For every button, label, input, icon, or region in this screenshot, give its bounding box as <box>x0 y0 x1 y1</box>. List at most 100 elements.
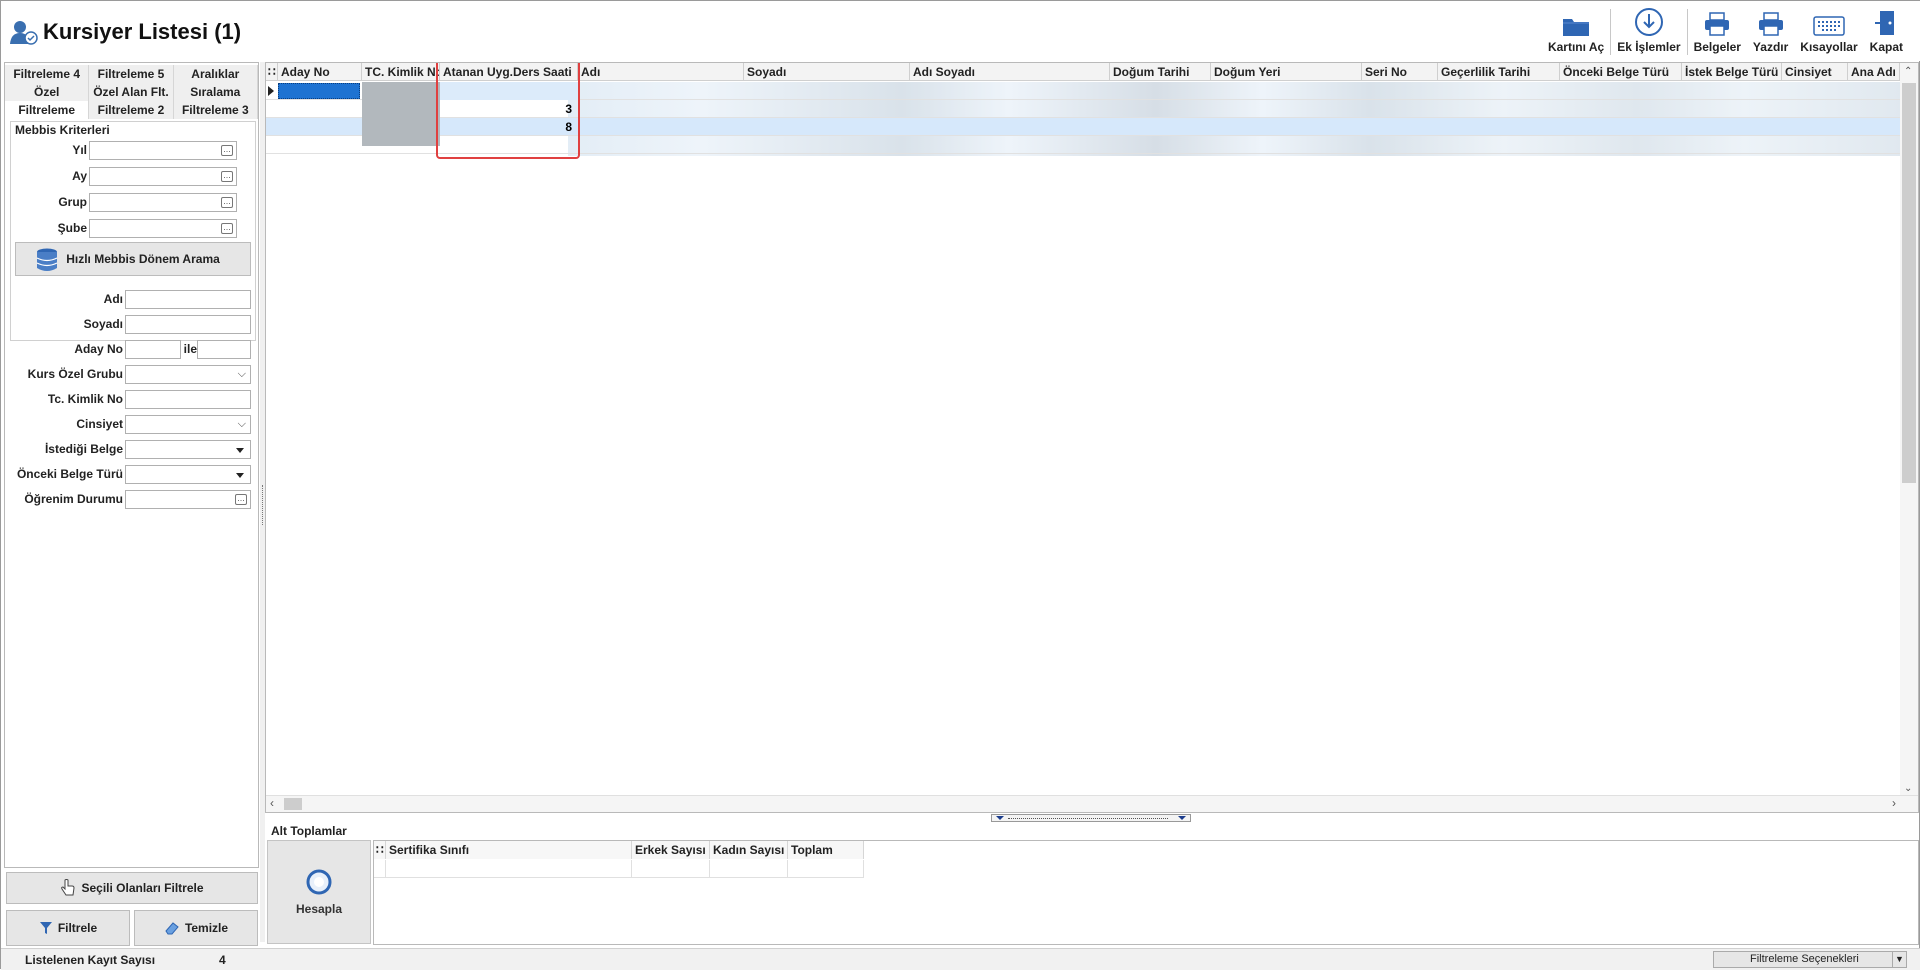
col-seri-no[interactable]: Seri No <box>1362 63 1438 81</box>
tab-filtreleme-5[interactable]: Filtreleme 5 <box>89 65 174 83</box>
open-card-button[interactable]: Kartını Aç <box>1542 7 1610 57</box>
shortcuts-button[interactable]: Kısayollar <box>1794 7 1863 57</box>
dropdown-arrow-icon[interactable] <box>236 473 244 478</box>
tab-filtreleme[interactable]: Filtreleme <box>5 101 90 119</box>
table-cell[interactable] <box>386 860 632 878</box>
name-input[interactable] <box>125 290 251 309</box>
focused-cell[interactable] <box>278 83 360 99</box>
table-row[interactable] <box>374 860 386 878</box>
horizontal-scroll-thumb[interactable] <box>284 798 302 810</box>
col-soyadi[interactable]: Soyadı <box>744 63 910 81</box>
filter-selected-button[interactable]: Seçili Olanları Filtrele <box>6 872 258 904</box>
filter-button[interactable]: Filtrele <box>6 910 130 946</box>
col-istek-belge-turu[interactable]: İstek Belge Türü <box>1682 63 1782 81</box>
filter-options-dropdown[interactable]: Filtreleme Seçenekleri ▼ <box>1713 951 1907 968</box>
clear-button[interactable]: Temizle <box>134 910 258 946</box>
splitter-grip[interactable] <box>262 485 263 525</box>
col-gecerlilik-tarihi[interactable]: Geçerlilik Tarihi <box>1438 63 1560 81</box>
column-chooser-icon[interactable]: ∷ <box>374 841 386 859</box>
row-indicator-icon <box>268 86 274 96</box>
table-cell[interactable] <box>632 860 710 878</box>
scroll-down-icon[interactable]: ⌄ <box>1904 783 1912 794</box>
collapse-down-icon[interactable] <box>996 816 1004 820</box>
tab-ozel[interactable]: Özel <box>5 83 90 101</box>
col-onceki-belge-turu[interactable]: Önceki Belge Türü <box>1560 63 1682 81</box>
scroll-up-icon[interactable]: ⌃ <box>1904 66 1912 77</box>
splitter-dots <box>1008 818 1168 819</box>
tab-filtreleme-2[interactable]: Filtreleme 2 <box>89 101 174 119</box>
download-circle-icon <box>1634 8 1663 36</box>
col-tc-kimlik-no[interactable]: TC. Kimlik No <box>362 63 440 81</box>
ellipsis-icon[interactable]: … <box>221 197 233 208</box>
col-dogum-yeri[interactable]: Doğum Yeri <box>1211 63 1362 81</box>
tc-id-label: Tc. Kimlik No <box>47 392 123 406</box>
education-label: Öğrenim Durumu <box>24 492 123 506</box>
horizontal-scrollbar[interactable]: ‹ › <box>266 795 1918 812</box>
gender-select[interactable]: ⌵ <box>125 415 251 434</box>
calculate-button[interactable]: Hesapla <box>267 840 371 944</box>
col-sertifika-sinifi[interactable]: Sertifika Sınıfı <box>386 841 632 859</box>
ellipsis-icon[interactable]: … <box>235 494 247 505</box>
col-ana-adi[interactable]: Ana Adı <box>1848 63 1900 81</box>
col-dogum-tarihi[interactable]: Doğum Tarihi <box>1110 63 1211 81</box>
column-chooser-icon[interactable]: ∷ <box>266 63 278 81</box>
tab-filtreleme-4[interactable]: Filtreleme 4 <box>5 65 90 83</box>
branch-input[interactable]: … <box>89 219 237 238</box>
subtotals-grid: ∷ Sertifika Sınıfı Erkek Sayısı Kadın Sa… <box>373 840 1919 945</box>
month-input[interactable]: … <box>89 167 237 186</box>
table-cell[interactable] <box>788 860 864 878</box>
chevron-down-icon[interactable]: ⌵ <box>238 368 246 381</box>
ellipsis-icon[interactable]: … <box>221 145 233 156</box>
col-aday-no[interactable]: Aday No <box>278 63 362 81</box>
print-button[interactable]: Yazdır <box>1747 7 1794 57</box>
gender-label: Cinsiyet <box>76 417 123 431</box>
education-input[interactable]: … <box>125 490 251 509</box>
year-input[interactable]: … <box>89 141 237 160</box>
branch-label: Şube <box>57 221 87 235</box>
extra-actions-button[interactable]: Ek İşlemler <box>1611 7 1686 57</box>
scroll-left-icon[interactable]: ‹ <box>270 796 274 810</box>
col-adi-soyadi[interactable]: Adı Soyadı <box>910 63 1110 81</box>
pointer-hand-icon <box>61 879 75 896</box>
previous-doc-select[interactable] <box>125 465 251 484</box>
redacted-tc-column <box>362 82 440 146</box>
vertical-scrollbar[interactable]: ⌃ ⌄ <box>1900 63 1918 796</box>
ellipsis-icon[interactable]: … <box>221 223 233 234</box>
year-label: Yıl <box>72 143 87 157</box>
candidate-no-from-input[interactable] <box>125 340 181 359</box>
requested-doc-select[interactable] <box>125 440 251 459</box>
horizontal-splitter[interactable] <box>991 814 1191 822</box>
vertical-scroll-thumb[interactable] <box>1902 83 1916 483</box>
exit-door-icon <box>1875 11 1895 35</box>
col-adi[interactable]: Adı <box>578 63 744 81</box>
group-input[interactable]: … <box>89 193 237 212</box>
tab-ozel-alan-flt[interactable]: Özel Alan Flt. <box>89 83 174 101</box>
subtotals-title: Alt Toplamlar <box>271 824 347 838</box>
folder-icon <box>1563 19 1590 36</box>
scroll-right-icon[interactable]: › <box>1892 796 1896 810</box>
col-erkek-sayisi[interactable]: Erkek Sayısı <box>632 841 710 859</box>
calculate-circle-icon <box>306 869 332 895</box>
dropdown-arrow-icon[interactable] <box>236 448 244 453</box>
close-button[interactable]: Kapat <box>1864 7 1909 57</box>
collapse-down-icon[interactable] <box>1178 816 1186 820</box>
surname-input[interactable] <box>125 315 251 334</box>
mebbis-group-title: Mebbis Kriterleri <box>13 123 112 137</box>
chevron-down-icon[interactable]: ⌵ <box>238 418 246 431</box>
table-cell[interactable] <box>710 860 788 878</box>
group-label: Grup <box>58 195 87 209</box>
col-toplam[interactable]: Toplam <box>788 841 864 859</box>
col-cinsiyet[interactable]: Cinsiyet <box>1782 63 1848 81</box>
tc-id-input[interactable] <box>125 390 251 409</box>
dropdown-arrow-icon[interactable]: ▼ <box>1892 952 1906 967</box>
col-kadin-sayisi[interactable]: Kadın Sayısı <box>710 841 788 859</box>
tab-filtreleme-3[interactable]: Filtreleme 3 <box>174 101 258 119</box>
page-title: Kursiyer Listesi (1) <box>43 19 242 44</box>
candidate-no-to-input[interactable] <box>197 340 251 359</box>
ellipsis-icon[interactable]: … <box>221 171 233 182</box>
mebbis-search-button[interactable]: Hızlı Mebbis Dönem Arama <box>15 242 251 276</box>
tab-araliklar[interactable]: Aralıklar <box>174 65 258 83</box>
course-group-select[interactable]: ⌵ <box>125 365 251 384</box>
tab-siralama[interactable]: Sıralama <box>174 83 258 101</box>
documents-button[interactable]: Belgeler <box>1688 7 1747 57</box>
